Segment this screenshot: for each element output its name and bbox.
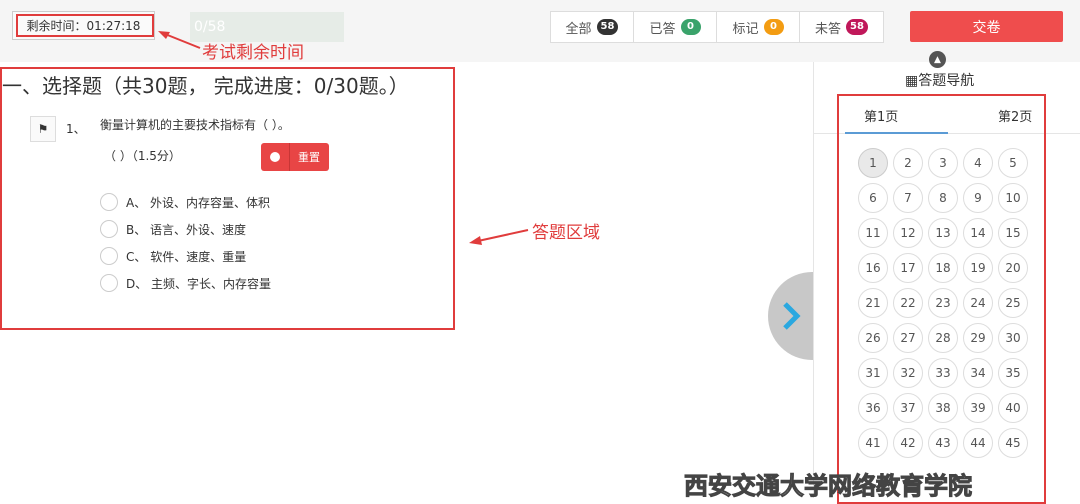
navigator-highlight-box [837,94,1046,504]
option-d[interactable]: D、 主频、字长、内存容量 [100,273,271,293]
tab-answered[interactable]: 已答 0 [634,12,717,42]
area-arrow [477,229,529,242]
timer-annotation: 考试剩余时间 [202,43,304,63]
chevron-right-icon [783,302,801,330]
radio-button[interactable] [100,220,118,238]
reset-button[interactable]: 重置 [261,143,329,171]
option-a[interactable]: A、 外设、内存容量、体积 [100,192,270,212]
radio-button[interactable] [100,247,118,265]
collapse-up-icon[interactable]: ▲ [929,51,946,68]
answer-area-annotation: 答题区域 [532,223,600,243]
timer-highlight-box [16,14,154,37]
option-label: C、 软件、速度、重量 [126,249,247,264]
option-label: D、 主频、字长、内存容量 [126,276,272,291]
divider [289,143,290,171]
count-badge: 0 [763,19,784,35]
tab-label: 全部 [565,21,592,37]
record-icon [270,152,280,162]
tab-all[interactable]: 全部 58 [551,12,634,42]
tab-label: 未答 [815,21,842,37]
option-c[interactable]: C、 软件、速度、重量 [100,246,246,266]
navigator-title-text: 答题导航 [918,73,975,89]
filter-tabs: 全部 58 已答 0 标记 0 未答 58 [550,11,884,43]
navigator-title: ▦答题导航 [905,70,974,90]
option-label: B、 语言、外设、速度 [126,222,247,237]
option-b[interactable]: B、 语言、外设、速度 [100,219,246,239]
count-badge: 58 [596,19,619,35]
tab-unanswered[interactable]: 未答 58 [800,12,883,42]
question-text: 衡量计算机的主要技术指标有（ ）。 [100,118,290,132]
flag-icon: ⚑ [37,122,49,136]
submit-exam-button[interactable]: 交卷 [910,11,1063,42]
count-badge: 0 [680,19,701,35]
flag-question-button[interactable]: ⚑ [30,116,56,142]
grid-icon: ▦ [905,73,919,89]
answer-blank: （ ）（1.5分） [104,149,181,163]
radio-button[interactable] [100,274,118,292]
area-arrowhead [469,236,482,245]
tab-label: 已答 [649,21,676,37]
radio-button[interactable] [100,193,118,211]
tab-label: 标记 [732,21,759,37]
next-question-button[interactable] [768,272,814,360]
reset-label: 重置 [298,151,320,164]
option-label: A、 外设、内存容量、体积 [126,195,271,210]
count-badge: 58 [846,19,868,35]
tab-marked[interactable]: 标记 0 [717,12,800,42]
question-number: 1、 [66,122,86,136]
watermark: 西安交通大学网络教育学院 [684,472,973,501]
